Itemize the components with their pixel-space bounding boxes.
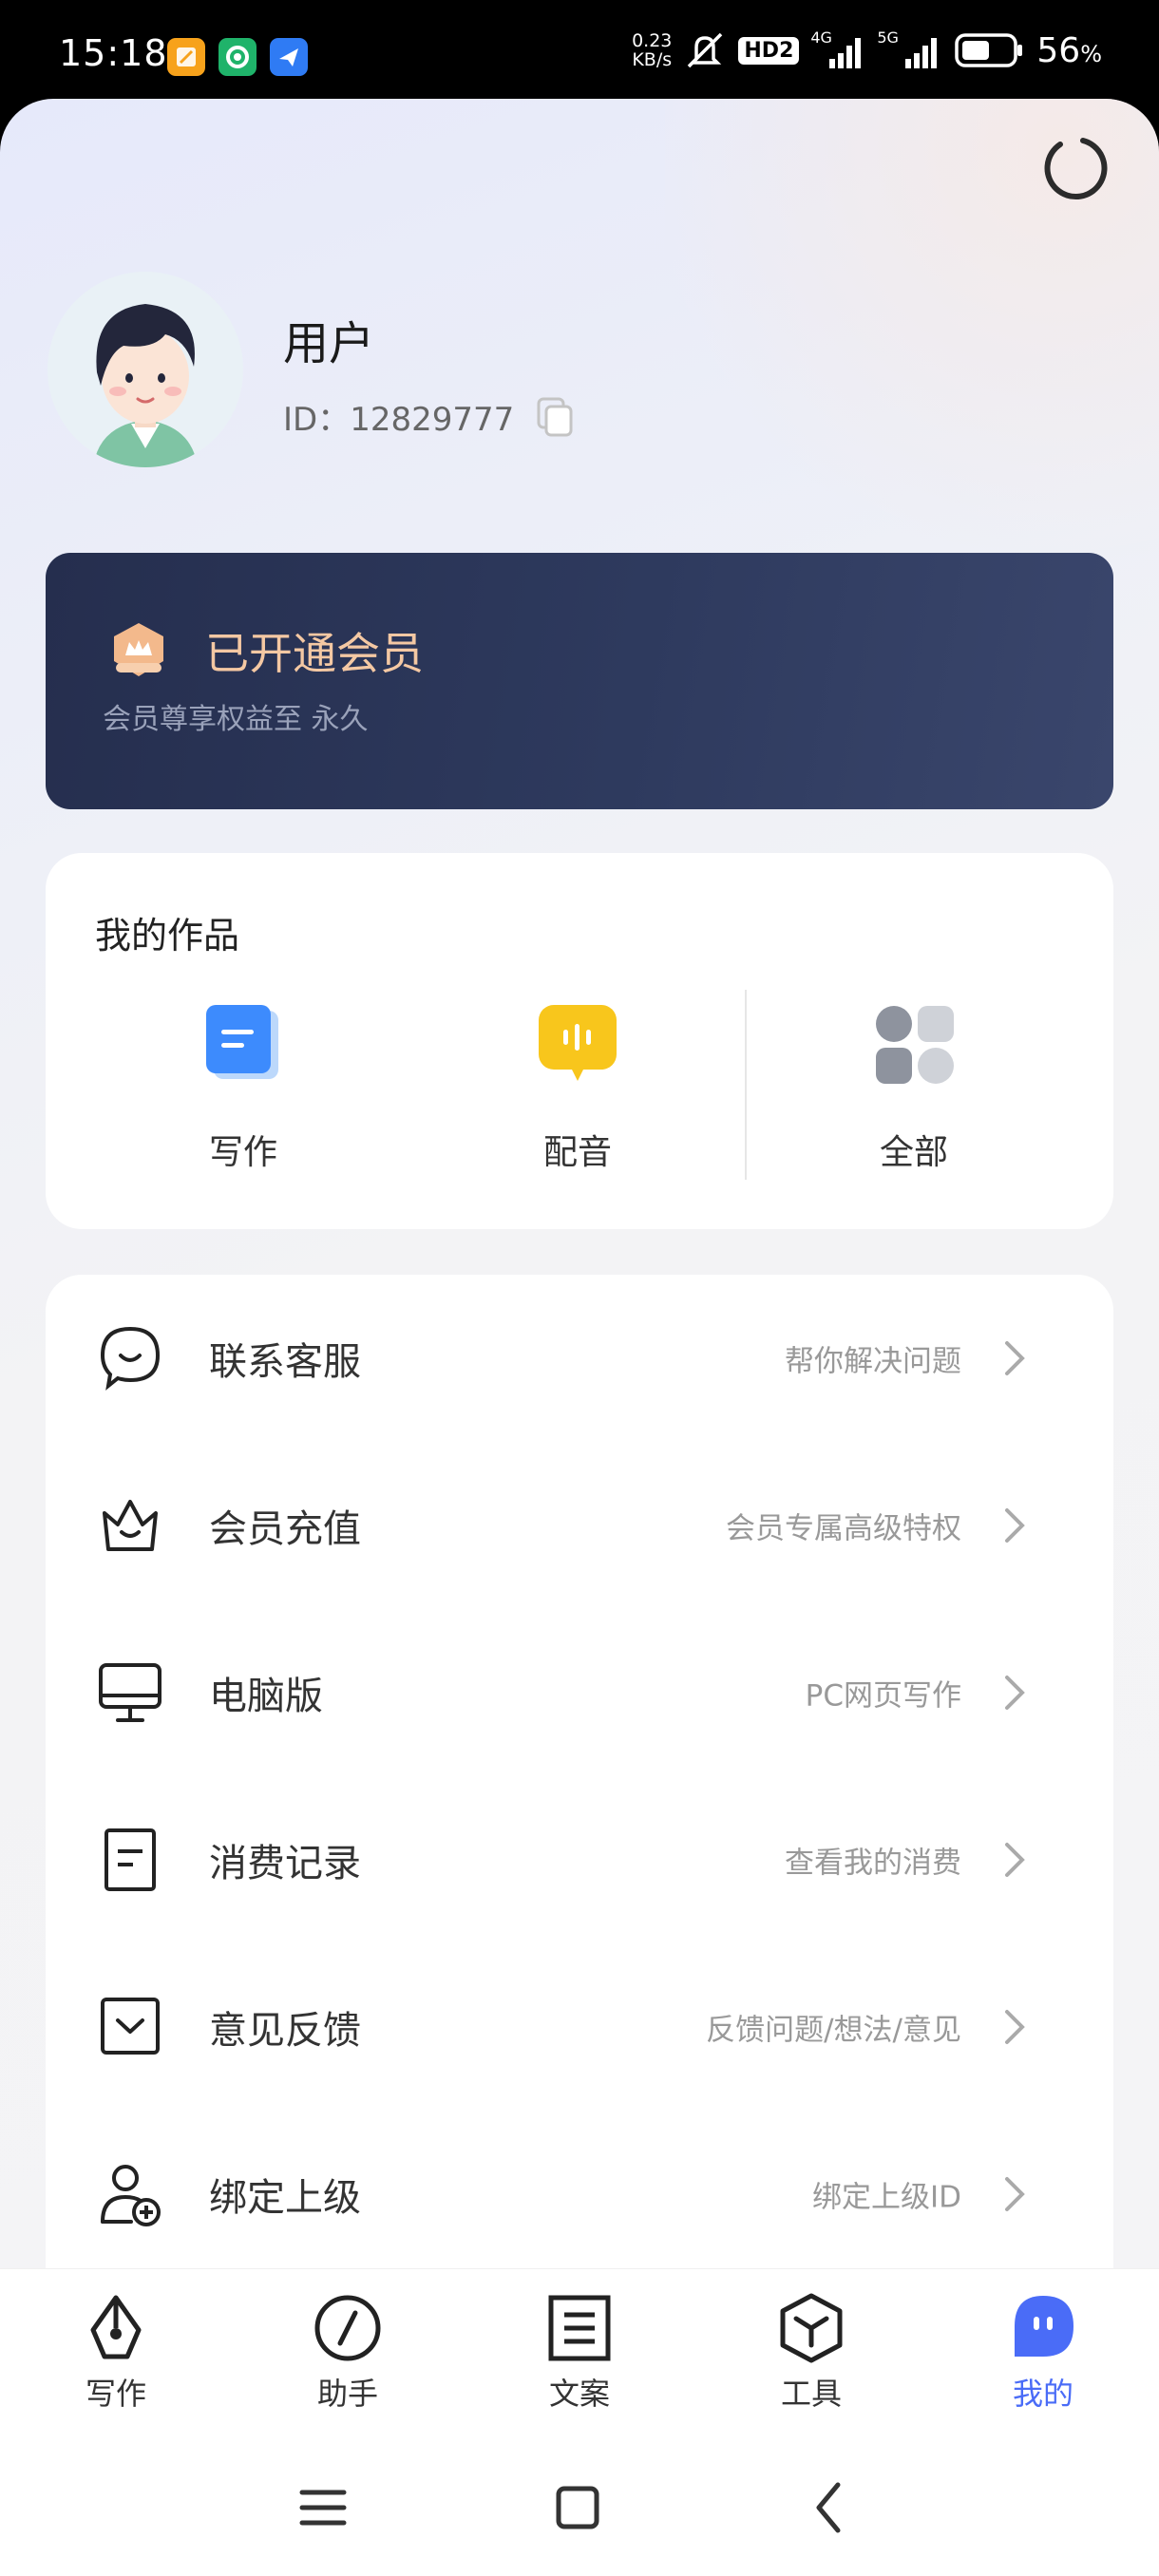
mute-icon — [688, 32, 723, 68]
menu-label: 意见反馈 — [209, 2009, 361, 2053]
net-speed-unit: KB/s — [632, 49, 673, 70]
chat-bubble-icon — [100, 1326, 161, 1391]
menu-desc: 帮你解决问题 — [785, 1344, 961, 1379]
works-item-writing[interactable]: 写作 — [129, 1001, 357, 1174]
menu-desc: 绑定上级ID — [811, 2180, 961, 2215]
feedback-icon — [101, 1998, 160, 2055]
chevron-right-icon — [1005, 2010, 1025, 2044]
chevron-right-icon — [1005, 2177, 1025, 2211]
monitor-icon — [99, 1663, 162, 1722]
member-title: 已开通会员 — [205, 628, 424, 679]
member-badge-icon — [114, 623, 163, 676]
avatar[interactable] — [48, 272, 243, 467]
menu-item-vip-recharge[interactable]: 会员充值 会员专属高级特权 — [46, 1442, 1113, 1609]
tab-label: 助手 — [316, 2376, 378, 2412]
green-app-icon — [218, 38, 256, 76]
compass-icon — [314, 2295, 381, 2361]
document-icon — [206, 1005, 278, 1079]
blue-app-icon — [270, 38, 308, 76]
user-id-row: ID：12829777 — [283, 393, 577, 440]
works-item-label: 配音 — [542, 1133, 612, 1172]
tab-label: 写作 — [85, 2376, 146, 2412]
battery-value: 56 — [1036, 30, 1081, 70]
menu-list: 联系客服 帮你解决问题 会员充值 会员专属高级特权 电脑版 PC网页写作 消费记… — [46, 1275, 1113, 2320]
menu-label: 消费记录 — [209, 1842, 361, 1885]
bottom-tab-bar: 写作 助手 文案 工具 我的 — [0, 2268, 1159, 2439]
chevron-right-icon — [1005, 1508, 1025, 1543]
signal-5g-icon: 5G — [877, 28, 943, 70]
works-item-label: 全部 — [879, 1133, 948, 1172]
member-subtitle: 会员尊享权益至 永久 — [103, 703, 369, 736]
orange-app-icon — [167, 38, 205, 76]
user-add-icon — [101, 2165, 161, 2226]
menu-desc: 查看我的消费 — [785, 1846, 961, 1881]
tab-label: 工具 — [780, 2376, 842, 2412]
works-item-dubbing[interactable]: 配音 — [464, 1001, 692, 1174]
pen-nib-icon — [90, 2295, 142, 2359]
tab-assistant[interactable]: 助手 — [253, 2292, 443, 2414]
receipt-icon — [104, 1828, 156, 1891]
menu-item-pc-version[interactable]: 电脑版 PC网页写作 — [46, 1609, 1113, 1776]
menu-label: 电脑版 — [209, 1675, 323, 1718]
tab-mine[interactable]: 我的 — [948, 2292, 1138, 2414]
net-speed-value: 0.23 — [632, 30, 673, 51]
menu-label: 会员充值 — [209, 1507, 361, 1551]
my-works-card: 我的作品 写作 配音 全部 — [46, 853, 1113, 1229]
user-name: 用户 — [283, 317, 375, 370]
menu-desc: 反馈问题/想法/意见 — [706, 2013, 961, 2048]
home-icon[interactable] — [547, 2477, 608, 2538]
member-card[interactable]: 已开通会员 会员尊享权益至 永久 — [46, 553, 1113, 809]
user-id: ID：12829777 — [283, 401, 515, 439]
document-lines-icon — [548, 2295, 611, 2361]
works-item-label: 写作 — [208, 1133, 277, 1172]
tab-copywriting[interactable]: 文案 — [484, 2292, 674, 2414]
chevron-right-icon — [1005, 1843, 1025, 1877]
menu-label: 绑定上级 — [209, 2176, 361, 2220]
tab-label: 我的 — [1012, 2376, 1074, 2412]
system-icons: 0.23 KB/s HD2 4G 5G 56% — [632, 28, 1102, 70]
cube-icon — [780, 2293, 843, 2363]
crown-icon — [103, 1500, 158, 1551]
status-time: 15:18 — [59, 32, 168, 74]
audio-bubble-icon — [539, 1005, 617, 1081]
grid-icon — [876, 1006, 954, 1084]
copy-icon[interactable] — [533, 395, 577, 439]
profile-bubble-icon — [1015, 2296, 1074, 2357]
menu-desc: PC网页写作 — [805, 1678, 961, 1714]
chevron-right-icon — [1005, 1676, 1025, 1710]
profile-page: 用户 ID：12829777 已开通会员 会员尊享权益至 永久 我的作品 写作 — [0, 99, 1159, 2576]
hd-badge: HD2 — [738, 36, 800, 65]
battery-percentage: 56% — [1036, 31, 1102, 70]
my-works-title: 我的作品 — [95, 915, 240, 957]
back-icon[interactable] — [800, 2477, 861, 2538]
tab-label: 文案 — [548, 2376, 610, 2412]
battery-unit: % — [1080, 40, 1102, 67]
battery-icon — [955, 33, 1023, 67]
chevron-right-icon — [1005, 1341, 1025, 1375]
network-speed: 0.23 KB/s — [632, 31, 672, 69]
works-item-all[interactable]: 全部 — [800, 1001, 1028, 1174]
menu-item-feedback[interactable]: 意见反馈 反馈问题/想法/意见 — [46, 1943, 1113, 2111]
menu-label: 联系客服 — [209, 1340, 361, 1384]
system-navigation-bar — [0, 2439, 1159, 2576]
menu-icon[interactable] — [293, 2477, 353, 2538]
menu-item-customer-service[interactable]: 联系客服 帮你解决问题 — [46, 1275, 1113, 1442]
signal-4g-icon: 4G — [810, 28, 865, 70]
works-divider — [745, 990, 747, 1180]
notification-icons — [167, 38, 308, 76]
menu-desc: 会员专属高级特权 — [726, 1511, 961, 1546]
tab-writing[interactable]: 写作 — [21, 2292, 211, 2414]
menu-item-consumption-records[interactable]: 消费记录 查看我的消费 — [46, 1776, 1113, 1943]
tab-tools[interactable]: 工具 — [716, 2292, 906, 2414]
status-bar: 15:18 0.23 KB/s HD2 4G 5G 56% — [0, 0, 1159, 106]
refresh-icon[interactable] — [1041, 133, 1110, 201]
menu-item-bind-superior[interactable]: 绑定上级 绑定上级ID — [46, 2111, 1113, 2278]
